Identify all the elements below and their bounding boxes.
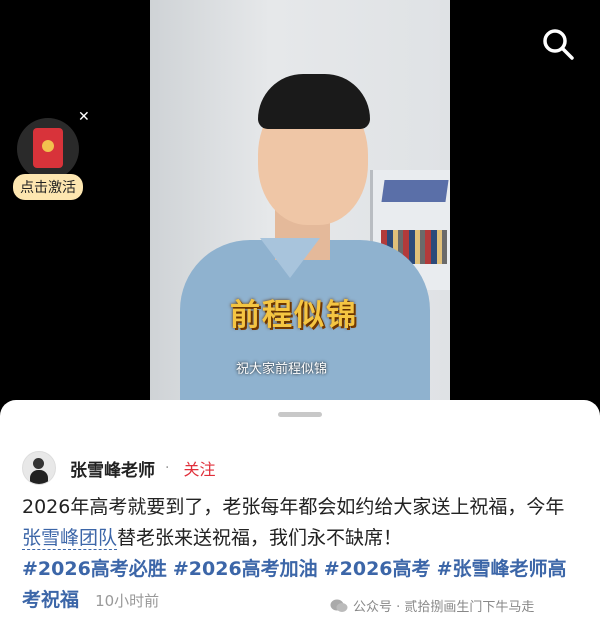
hashtag-link[interactable]: #2026高考	[324, 558, 431, 580]
shelf-box	[381, 180, 449, 202]
follow-button[interactable]: 关注	[183, 456, 215, 480]
author-row: 张雪峰老师 · 关注	[22, 451, 215, 485]
watermark: 公众号 · 贰拾捌画生门下牛马走	[330, 596, 534, 615]
red-envelope-promo[interactable]: 点击激活	[13, 112, 91, 202]
post-text-part2: 替老张来送祝福，我们永不缺席！	[117, 527, 403, 549]
hashtag-link[interactable]: #2026高考必胜	[22, 558, 167, 580]
speaker-collar	[260, 238, 320, 278]
separator-dot: ·	[165, 460, 170, 476]
wechat-icon	[330, 599, 348, 612]
promo-label: 点击激活	[13, 174, 83, 200]
avatar[interactable]	[22, 451, 56, 485]
watermark-text: 公众号 · 贰拾捌画生门下牛马走	[353, 600, 535, 615]
author-name[interactable]: 张雪峰老师	[70, 456, 155, 481]
hashtag-link[interactable]: #2026高考加油	[173, 558, 318, 580]
drag-handle[interactable]	[278, 412, 322, 417]
post-time: 10小时前	[95, 592, 160, 610]
mention-link[interactable]: 张雪峰团队	[22, 527, 118, 550]
red-envelope-icon	[33, 128, 63, 168]
post-sheet: 张雪峰老师 · 关注 2026年高考就要到了，老张每年都会如约给大家送上祝福，今…	[0, 400, 600, 632]
video-caption-big: 前程似锦	[230, 298, 358, 333]
close-icon[interactable]: ✕	[78, 110, 90, 124]
video-subtitle: 祝大家前程似锦	[236, 362, 328, 377]
post-text-part1: 2026年高考就要到了，老张每年都会如约给大家送上祝福，今年	[22, 496, 565, 518]
search-icon[interactable]	[540, 26, 576, 62]
video-player[interactable]: 前程似锦 祝大家前程似锦 点击激活 ✕	[0, 0, 600, 420]
video-frame	[150, 0, 450, 410]
